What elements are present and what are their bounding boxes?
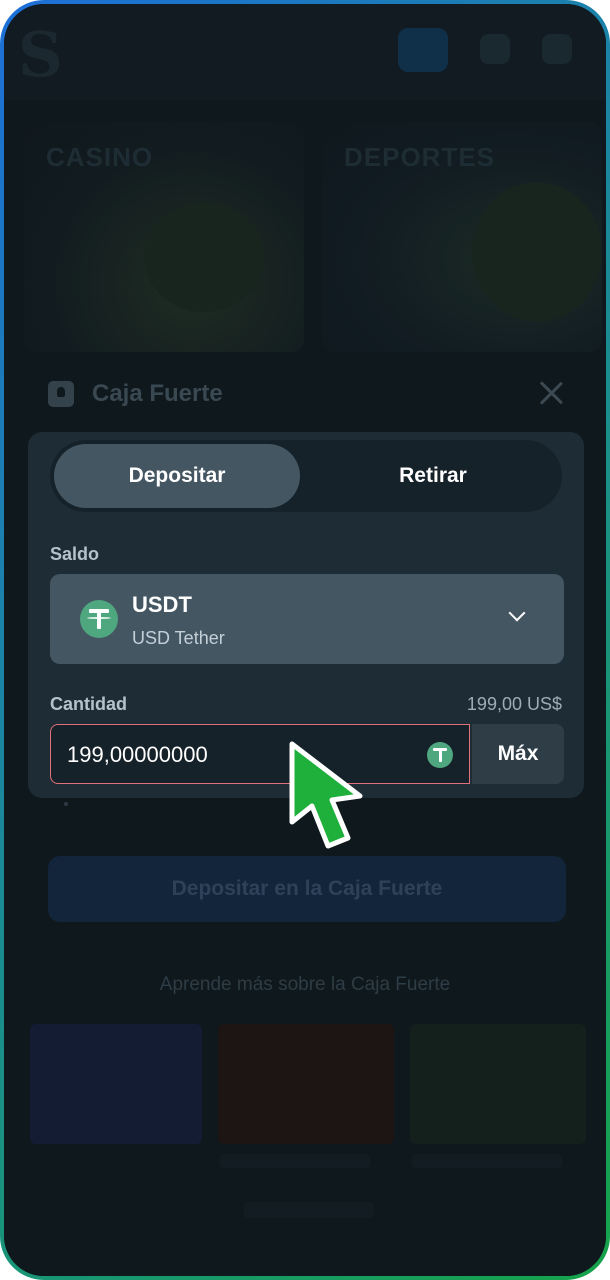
close-icon[interactable]: [534, 376, 568, 410]
balance-label: Saldo: [50, 544, 100, 564]
amount-label: Cantidad: [50, 694, 128, 714]
divider-dot: [64, 802, 68, 806]
game-caption: [220, 1154, 370, 1168]
logo-icon: S: [18, 18, 63, 91]
casino-card: CASINO: [24, 122, 304, 352]
tether-icon: [427, 742, 453, 768]
tab-withdraw[interactable]: Retirar: [308, 444, 558, 508]
tab-deposit[interactable]: Depositar: [54, 444, 300, 508]
amount-field: [50, 724, 470, 784]
chevron-down-icon: [510, 610, 524, 624]
sports-art: [472, 182, 602, 322]
currency-select[interactable]: USDT USD Tether: [50, 574, 564, 664]
modal-header: Caja Fuerte: [48, 374, 223, 414]
device-frame: S CASINO DEPORTES Caja Fuerte Depositar …: [0, 0, 610, 1280]
max-button[interactable]: Máx: [472, 724, 564, 784]
tab-switcher: Depositar Retirar: [50, 440, 562, 512]
cursor-icon: [289, 741, 363, 849]
deposit-to-vault-button[interactable]: Depositar en la Caja Fuerte: [48, 856, 566, 922]
footer-text: [244, 1202, 374, 1218]
wallet-button: [398, 28, 448, 72]
sports-card-title: DEPORTES: [344, 142, 496, 172]
casino-art: [144, 202, 264, 312]
top-bar: S: [4, 4, 606, 100]
game-thumbnail: [410, 1024, 586, 1144]
bell-icon: [542, 34, 572, 64]
game-thumbnail: [30, 1024, 202, 1144]
game-thumbnail: [218, 1024, 394, 1144]
tether-icon: [80, 600, 118, 638]
modal-title: Caja Fuerte: [92, 380, 223, 407]
user-icon: [480, 34, 510, 64]
casino-card-title: CASINO: [46, 142, 154, 172]
learn-more-link[interactable]: Aprende más sobre la Caja Fuerte: [4, 974, 606, 996]
currency-name: USD Tether: [132, 628, 225, 648]
sports-card: DEPORTES: [322, 122, 602, 352]
currency-code: USDT: [132, 592, 192, 617]
safe-icon: [48, 381, 74, 407]
amount-fiat-value: 199,00 US$: [466, 694, 562, 714]
game-caption: [412, 1154, 562, 1168]
app-screen: S CASINO DEPORTES Caja Fuerte Depositar …: [4, 4, 606, 1276]
